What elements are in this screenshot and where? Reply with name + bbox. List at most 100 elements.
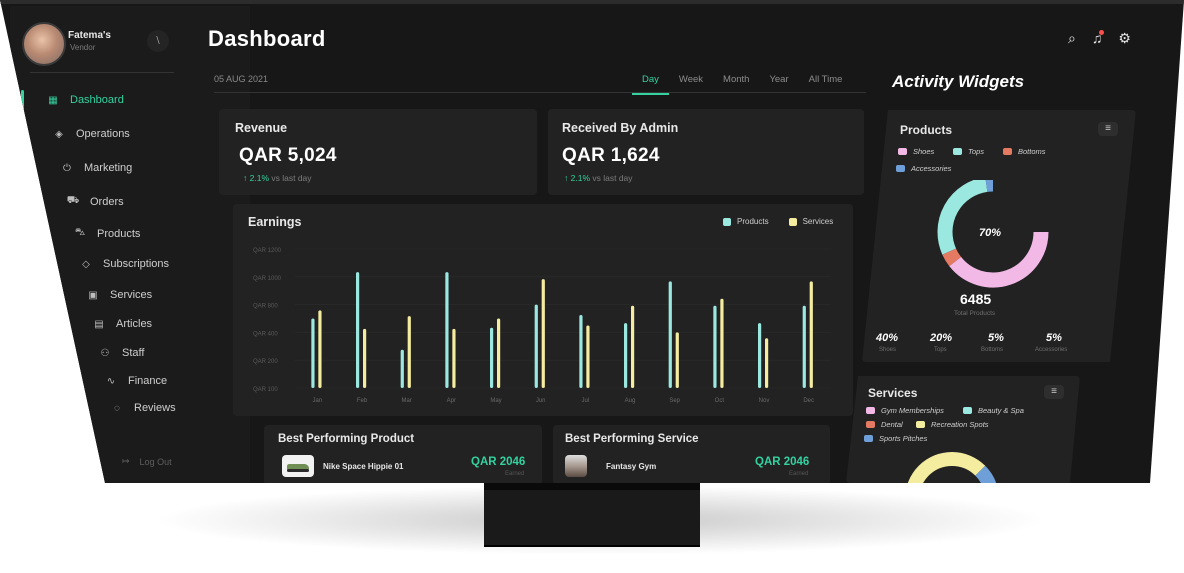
bar-services-sep[interactable] — [675, 332, 679, 388]
bar-services-feb[interactable] — [363, 328, 367, 388]
sidebar-item-finance[interactable]: ∿ Finance — [104, 375, 167, 387]
x-tick-label: Dec — [803, 398, 814, 404]
legend-swatch — [916, 421, 925, 428]
sidebar-item-label: Orders — [90, 195, 124, 208]
sidebar-item-articles[interactable]: ▤ Articles — [92, 318, 152, 330]
y-tick-label: QAR 1200 — [253, 248, 282, 254]
donut-slice-recreation-b[interactable] — [951, 452, 986, 476]
collapse-sidebar-button[interactable]: ⧵ — [147, 30, 169, 52]
sidebar-item-dashboard[interactable]: ▦ Dashboard — [46, 94, 124, 106]
x-tick-label: Jul — [581, 398, 589, 404]
donut-slice-shoes[interactable] — [949, 231, 1049, 288]
bar-services-apr[interactable] — [452, 328, 456, 388]
tab-year[interactable]: Year — [759, 68, 798, 95]
bar-products-jul[interactable] — [579, 315, 583, 388]
bar-services-nov[interactable] — [765, 338, 769, 388]
sidebar-item-marketing[interactable]: ⏻ Marketing — [60, 162, 132, 174]
profile[interactable] — [22, 22, 66, 66]
bar-products-sep[interactable] — [668, 281, 672, 388]
page-title: Dashboard — [208, 26, 326, 51]
tab-week[interactable]: Week — [669, 68, 713, 95]
products-widget-menu-button[interactable]: ≡ — [1098, 122, 1118, 136]
legend-swatch — [1003, 148, 1012, 155]
sidebar-item-reviews[interactable]: ◌ Reviews — [110, 402, 176, 414]
bar-products-jan[interactable] — [311, 318, 315, 389]
chat-icon: ◌ — [114, 402, 120, 414]
sidebar-item-services[interactable]: ▣ Services — [86, 289, 152, 301]
services-donut-chart — [905, 452, 999, 483]
bar-products-mar[interactable] — [400, 349, 404, 388]
tab-day[interactable]: Day — [632, 68, 669, 95]
legend-swatch — [864, 435, 873, 442]
services-widget-menu-button[interactable]: ≡ — [1044, 385, 1064, 399]
x-tick-label: May — [490, 398, 501, 404]
bar-services-may[interactable] — [497, 318, 501, 389]
donut-slice-bottoms[interactable] — [942, 248, 962, 267]
legend-beauty: Beauty & Spa — [963, 406, 1024, 415]
legend-label: Dental — [881, 420, 903, 429]
activity-widgets-title: Activity Widgets — [892, 72, 1025, 91]
sidebar-item-orders[interactable]: ⛟ Orders — [66, 195, 124, 208]
products-total-label: Total Products — [954, 310, 996, 317]
logout-button[interactable]: ↦ Log Out — [122, 456, 172, 467]
best-service-sub: Earned — [789, 471, 809, 477]
sidebar-item-staff[interactable]: ⚇ Staff — [98, 347, 145, 359]
sidebar-item-products[interactable]: ⛍ Products — [73, 227, 141, 240]
bar-products-may[interactable] — [490, 327, 494, 388]
best-product-name: Nike Space Hippie 01 — [323, 462, 404, 471]
bar-services-dec[interactable] — [809, 281, 813, 388]
bar-products-jun[interactable] — [534, 304, 538, 388]
gym-thumbnail — [565, 455, 587, 477]
received-change-value: 2.1% — [570, 173, 590, 183]
bar-products-aug[interactable] — [624, 323, 628, 388]
gear-icon[interactable]: ⚙ — [1118, 30, 1131, 47]
x-tick-label: Nov — [759, 398, 770, 404]
x-tick-label: Feb — [357, 398, 368, 404]
notification-dot — [1099, 30, 1105, 35]
search-icon[interactable]: ⌕ — [1068, 30, 1076, 47]
shoe-thumbnail — [282, 455, 314, 477]
legend-label: Accessories — [911, 164, 952, 173]
cube-icon: ◈ — [55, 128, 63, 140]
bar-services-jul[interactable] — [586, 325, 590, 388]
logout-label: Log Out — [139, 456, 172, 467]
monitor-screen: Fatema's Vendor ⧵ ▦ Dashboard ◈ Operatio… — [0, 0, 1184, 483]
tab-month[interactable]: Month — [713, 68, 759, 95]
legend-swatch — [898, 148, 907, 155]
bar-services-jun[interactable] — [541, 279, 545, 388]
stat-shoes-pct: 40% — [876, 332, 899, 344]
received-change-suffix: vs last day — [592, 173, 633, 183]
bar-services-jan[interactable] — [318, 310, 322, 388]
range-tabs: Day Week Month Year All Time — [632, 68, 852, 95]
best-service-title: Best Performing Service — [565, 433, 699, 445]
donut-slice-tops[interactable] — [937, 180, 988, 255]
sidebar-item-subscriptions[interactable]: ◇ Subscriptions — [79, 258, 169, 270]
y-tick-label: QAR 800 — [253, 304, 278, 310]
bar-products-nov[interactable] — [758, 323, 762, 388]
tab-all-time[interactable]: All Time — [799, 68, 853, 95]
bar-products-oct[interactable] — [713, 305, 717, 388]
x-tick-label: Jan — [312, 398, 322, 404]
legend-swatch — [963, 407, 972, 414]
bar-services-aug[interactable] — [631, 305, 635, 388]
legend-label: Tops — [968, 147, 984, 156]
bar-products-apr[interactable] — [445, 272, 449, 388]
sidebar-item-label: Marketing — [84, 162, 133, 174]
bell-icon[interactable]: ♫ — [1092, 30, 1105, 47]
bar-products-feb[interactable] — [356, 272, 360, 388]
monitor-bezel — [0, 0, 1184, 4]
best-product-amount: QAR 2046 — [471, 456, 526, 468]
bar-products-dec[interactable] — [802, 305, 806, 388]
received-change: ↑ 2.1% vs last day — [564, 173, 633, 183]
sidebar-item-operations[interactable]: ◈ Operations — [52, 128, 130, 140]
avatar[interactable] — [22, 22, 66, 66]
y-tick-label: QAR 400 — [253, 331, 278, 337]
document-icon: ▤ — [94, 318, 104, 330]
revenue-card: Revenue QAR 5,024 ↑ 2.1% vs last day — [219, 109, 537, 195]
bar-services-oct[interactable] — [720, 298, 724, 388]
bar-services-mar[interactable] — [407, 316, 411, 388]
revenue-value: QAR 5,024 — [239, 145, 337, 166]
best-product-sub: Earned — [505, 471, 525, 477]
products-widget: Products ≡ Shoes Tops Bottoms Accessorie… — [862, 110, 1136, 362]
revenue-change: ↑ 2.1% vs last day — [243, 173, 312, 183]
